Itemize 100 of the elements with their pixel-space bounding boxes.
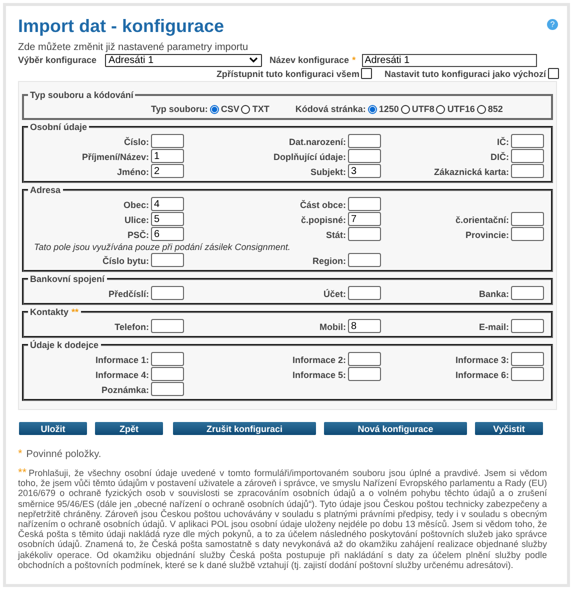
radio-button[interactable]: [476, 104, 486, 114]
field-label: Doplňující údaje:: [272, 152, 347, 162]
field-label: Příjmení/Název:: [80, 152, 150, 162]
input-field[interactable]: [511, 212, 544, 226]
input-field[interactable]: [511, 164, 544, 178]
section-legend: Typ souboru a kódování: [30, 90, 134, 100]
config-name-field[interactable]: Adresáti 1: [362, 54, 537, 66]
radio-button[interactable]: [436, 104, 446, 114]
field-label: Stát:: [325, 230, 347, 240]
action-button[interactable]: Uložit: [19, 422, 87, 435]
field-label: Provincie:: [464, 230, 510, 240]
radio-label: CSV: [220, 104, 240, 114]
radio-button[interactable]: [368, 104, 377, 114]
field-label: Informace 5:: [291, 370, 347, 380]
field-label: Číslo:: [122, 136, 150, 146]
note-mark: **: [72, 307, 79, 317]
section-legend: Kontakty: [30, 307, 69, 317]
required-note: Povinné položky.: [26, 448, 102, 460]
input-field[interactable]: [511, 227, 544, 241]
input-field[interactable]: [151, 319, 184, 333]
input-field[interactable]: [151, 253, 184, 267]
action-button[interactable]: Nová konfigurace: [324, 422, 467, 435]
input-field[interactable]: [348, 227, 381, 241]
input-field[interactable]: [151, 367, 184, 381]
field-label: Informace 1:: [94, 354, 150, 364]
field-label: č.orientační:: [454, 214, 510, 224]
field-label: Název konfigurace: [270, 55, 350, 65]
field-label: Informace 6:: [454, 370, 510, 380]
input-field[interactable]: [348, 253, 381, 267]
field-label: Výběr konfigurace: [18, 55, 97, 65]
action-button[interactable]: Zrušit konfiguraci: [173, 422, 316, 435]
input-field[interactable]: 2: [151, 164, 184, 178]
checkbox-label: Zpřístupnit tuto konfiguraci všem: [216, 68, 360, 78]
input-field[interactable]: 4: [151, 197, 184, 211]
field-label: Mobil:: [318, 322, 347, 332]
field-note: Tato pole jsou využívána pouze při podání zásilek Consignment.: [33, 242, 292, 253]
input-field[interactable]: [511, 319, 544, 333]
required-mark: *: [352, 55, 356, 65]
input-field[interactable]: 8: [348, 319, 381, 333]
section-legend: Údaje k dodejce: [30, 340, 99, 350]
input-field[interactable]: [348, 286, 381, 300]
field-label: Číslo bytu:: [102, 256, 150, 266]
input-field[interactable]: 3: [348, 164, 381, 178]
input-field[interactable]: [348, 149, 381, 163]
input-field[interactable]: [348, 352, 381, 366]
field-label: Typ souboru:: [151, 104, 208, 114]
input-field[interactable]: [348, 197, 381, 211]
input-field[interactable]: 5: [151, 212, 184, 226]
field-label: Předčíslí:: [107, 288, 150, 298]
field-label: Část obce:: [298, 200, 347, 210]
field-label: Obec:: [122, 200, 150, 210]
field-label: Informace 3:: [454, 354, 510, 364]
input-field[interactable]: 6: [151, 227, 184, 241]
radio-button[interactable]: [210, 104, 219, 114]
field-label: Dat.narození:: [288, 136, 347, 146]
input-field[interactable]: [348, 367, 381, 381]
input-field[interactable]: 7: [348, 212, 381, 226]
input-field[interactable]: [511, 134, 544, 148]
field-label: Kódová stránka:: [295, 104, 366, 114]
config-select[interactable]: Adresáti 1: [104, 54, 262, 66]
radio-label: 852: [488, 104, 503, 114]
field-label: Informace 4:: [94, 370, 150, 380]
page-title: Import dat - konfigurace: [18, 16, 224, 37]
section-legend: Bankovní spojení: [30, 274, 105, 284]
page-subtitle: Zde můžete změnit již nastavené parametry importu: [18, 42, 250, 53]
section-legend: Adresa: [30, 185, 61, 195]
field-label: Poznámka:: [100, 384, 150, 394]
radio-button[interactable]: [241, 104, 250, 114]
radio-button[interactable]: [400, 104, 410, 114]
input-field[interactable]: [511, 286, 544, 300]
radio-label: UTF16: [447, 104, 475, 114]
checkbox[interactable]: [361, 68, 372, 79]
input-field[interactable]: [151, 352, 184, 366]
chevron-down-icon: [248, 57, 258, 63]
field-label: PSČ:: [126, 230, 150, 240]
input-field[interactable]: [151, 286, 184, 300]
field-label: Účet:: [322, 288, 347, 298]
input-field[interactable]: [151, 134, 184, 148]
field-label: č.popisné:: [300, 214, 347, 224]
input-field[interactable]: [348, 134, 381, 148]
field-label: Subjekt:: [309, 166, 347, 176]
input-field[interactable]: [511, 367, 544, 381]
field-label: Ulice:: [123, 214, 150, 224]
action-button[interactable]: Zpět: [95, 422, 163, 435]
field-label: DIČ:: [490, 152, 510, 162]
input-field[interactable]: 1: [151, 149, 184, 163]
checkbox[interactable]: [548, 68, 559, 79]
required-mark: *: [18, 448, 22, 460]
field-label: Region:: [312, 256, 347, 266]
section-legend: Osobní údaje: [30, 122, 88, 132]
radio-label: 1250: [378, 104, 399, 114]
input-field[interactable]: [511, 149, 544, 163]
consent-text: ** Prohlašuji, že všechny osobní údaje uvedené v tomto formuláři/importovaném souboru jsou úplné a pravdivé. Jsem si vědom toho, že jsem vůči těmto údajům v postavení uživatele a zároveň i správce, ve smyslu Nařízení Evropského parlamentu a Rady (EU) 2016/679 o ochraně fyzických osob v souvislosti se zpracováním osobních údajů a o volném pohybu těchto údajů a o zrušení směrnice 95/46/ES (dále jen „obecné nařízení o ochraně osobních údajů“). Tyto údaje jsou Českou poštou technicky zabezpečeny a nepřetržitě chráněny. Zároveň jsou Českou poštou uchovávány v souladu s platnými právními předpisy, tedy i v souladu s obecným nařízením o ochraně osobních údajů. V aplikaci POL jsou osobní údaje uloženy nejdéle po dobu 13 měsíců. Jsem si vědom toho, že Česká pošta s těmito údaji nakládá ryze dle mých pokynů, a to za účelem následného poskytování poštovních služeb jako správce osobních údajů. Znamená to, že Česká pošta samostatně s daty nevykonává až do okamžiku zahájení realizace objednané služby jakékoliv operace. Od okamžiku objednání služby Česká pošta postupuje při nakládání s daty za účelem plnění služby podle obchodních a poštovních podmínek, které se k dané službě vztahují (tj. zajistí dodání poštovní služby určenému adresátovi).: [18, 468, 548, 570]
field-label: E-mail:: [478, 322, 510, 332]
action-button[interactable]: Vyčistit: [475, 422, 543, 435]
field-label: Telefon:: [114, 322, 150, 332]
field-label: Jméno:: [116, 166, 150, 176]
input-field[interactable]: [151, 382, 184, 396]
input-field[interactable]: [511, 352, 544, 366]
field-label: Informace 2:: [291, 354, 347, 364]
